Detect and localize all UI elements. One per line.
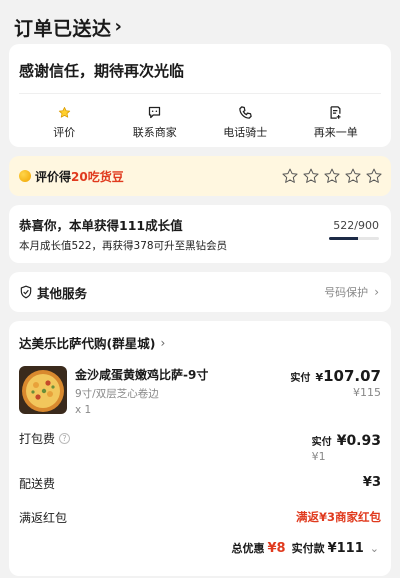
chevron-right-icon: › <box>160 335 166 350</box>
shield-check-icon <box>20 285 32 299</box>
order-detail-card: 达美乐比萨代购(群星城) › 金沙咸蛋黄嫩鸡比萨-9寸 9寸/双层芝心卷边 x … <box>9 321 391 576</box>
thanks-message: 感谢信任，期待再次光临 <box>19 62 185 80</box>
currency-symbol: ¥ <box>315 371 324 384</box>
delivery-fee-row: 配送费 ¥3 <box>19 475 381 492</box>
growth-progress-bar <box>329 237 379 240</box>
review-reward-prefix: 评价得 <box>35 169 72 184</box>
star-rating[interactable] <box>281 167 383 185</box>
review-reward-amount: 20吃货豆 <box>71 169 124 184</box>
number-protection-link[interactable]: 号码保护 › <box>324 284 379 300</box>
reorder-icon <box>328 104 344 120</box>
order-status-header[interactable]: 订单已送达 › <box>0 0 400 44</box>
star-icon[interactable] <box>281 167 299 185</box>
growth-headline: 恭喜你，本单获得111成长值 <box>19 218 183 233</box>
order-total[interactable]: 总优惠 ¥8 实付款 ¥111 ⌄ <box>232 540 380 556</box>
total-paid-value: ¥111 <box>327 541 364 556</box>
store-link[interactable]: 达美乐比萨代购(群星城) › <box>19 333 381 352</box>
item-price: 实付 ¥107.07 ¥115 <box>290 366 381 416</box>
order-status-title: 订单已送达 <box>14 17 112 40</box>
star-icon[interactable] <box>302 167 320 185</box>
item-name: 金沙咸蛋黄嫩鸡比萨-9寸 <box>75 368 209 382</box>
reorder-label: 再来一单 <box>313 126 358 139</box>
growth-card[interactable]: 恭喜你，本单获得111成长值 本月成长值522，再获得378可升至黑钻会员 52… <box>9 205 391 263</box>
paid-label: 实付 <box>311 437 332 448</box>
review-action-label: 评价 <box>53 126 76 139</box>
order-item[interactable]: 金沙咸蛋黄嫩鸡比萨-9寸 9寸/双层芝心卷边 x 1 实付 ¥107.07 ¥1… <box>19 366 381 416</box>
packing-fee-price: 实付 ¥0.93 ¥1 <box>312 430 381 463</box>
store-name: 达美乐比萨代购(群星城) <box>19 336 156 351</box>
delivery-fee-value: ¥3 <box>362 475 381 490</box>
chevron-down-icon: ⌄ <box>369 542 379 555</box>
help-icon[interactable]: ? <box>59 433 71 444</box>
call-rider-button[interactable]: 电话骑士 <box>205 104 285 140</box>
review-action-button[interactable]: 评价 <box>24 104 104 140</box>
phone-icon <box>237 104 253 120</box>
star-icon[interactable] <box>344 167 362 185</box>
item-spec: 9寸/双层芝心卷边 <box>75 388 159 400</box>
star-icon[interactable] <box>323 167 341 185</box>
red-packet-value: 满返¥3商家红包 <box>295 510 381 524</box>
original-price: ¥115 <box>353 386 381 399</box>
chevron-right-icon: › <box>374 285 379 299</box>
star-icon <box>56 104 72 120</box>
chevron-right-icon: › <box>114 15 122 37</box>
growth-progress-text: 522/900 <box>333 219 379 232</box>
contact-merchant-label: 联系商家 <box>132 126 177 139</box>
reorder-button[interactable]: 再来一单 <box>296 104 376 140</box>
bean-coin-icon <box>19 170 31 182</box>
paid-value: ¥0.93 <box>336 433 381 449</box>
contact-merchant-button[interactable]: 联系商家 <box>115 104 195 140</box>
pizza-thumbnail <box>19 366 67 414</box>
red-packet-row: 满返红包 满返¥3商家红包 <box>19 509 381 526</box>
growth-detail: 本月成长值522，再获得378可升至黑钻会员 <box>19 240 228 252</box>
thanks-card: 感谢信任，期待再次光临 评价 联系商家 电话骑士 再来一单 <box>9 44 391 147</box>
other-services-card[interactable]: 其他服务 号码保护 › <box>9 272 391 312</box>
paid-label: 实付 <box>290 373 311 384</box>
packing-fee-row: 打包费 ? 实付 ¥0.93 ¥1 <box>19 430 381 463</box>
other-services-title: 其他服务 <box>37 285 88 301</box>
star-icon[interactable] <box>365 167 383 185</box>
chat-icon <box>147 104 163 120</box>
total-discount-label: 总优惠 <box>231 542 265 555</box>
paid-value: 107.07 <box>323 367 381 385</box>
number-protection-label: 号码保护 <box>324 286 369 299</box>
call-rider-label: 电话骑士 <box>223 126 268 139</box>
original-price: ¥1 <box>311 450 326 463</box>
packing-fee-label: 打包费 <box>19 432 56 446</box>
total-discount-value: ¥8 <box>267 541 286 556</box>
growth-progress-fill <box>329 237 358 240</box>
action-bar: 评价 联系商家 电话骑士 再来一单 <box>19 94 381 140</box>
order-item-info: 金沙咸蛋黄嫩鸡比萨-9寸 9寸/双层芝心卷边 x 1 <box>75 366 290 416</box>
total-paid-label: 实付款 <box>291 542 325 555</box>
growth-progress: 522/900 <box>329 219 379 240</box>
review-reward-card[interactable]: 评价得 20吃货豆 <box>9 156 391 196</box>
red-packet-label: 满返红包 <box>19 511 68 525</box>
delivery-fee-label: 配送费 <box>19 477 56 491</box>
item-quantity: x 1 <box>75 404 92 416</box>
